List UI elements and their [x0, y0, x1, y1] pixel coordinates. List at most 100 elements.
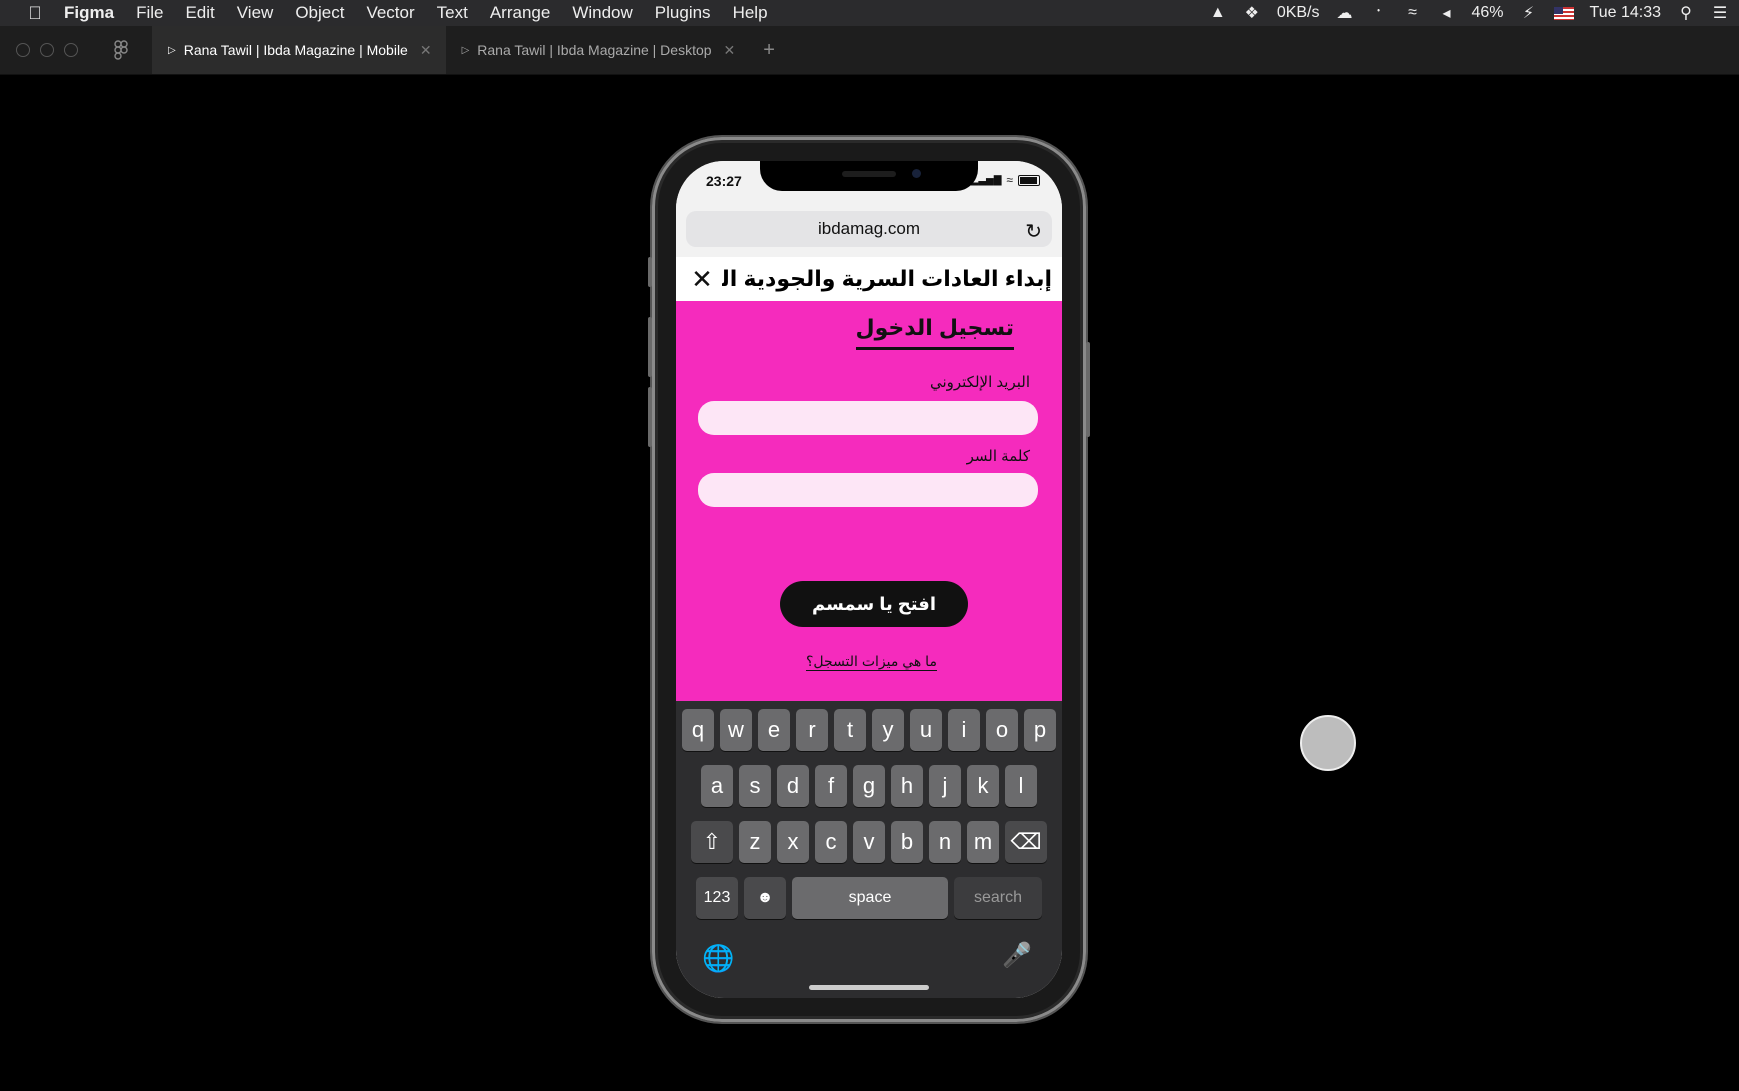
key-y[interactable]: y: [872, 709, 904, 751]
emoji-key-icon[interactable]: ☻: [744, 877, 786, 919]
menu-arrange[interactable]: Arrange: [490, 3, 550, 23]
close-tab-icon[interactable]: ✕: [420, 42, 432, 59]
key-i[interactable]: i: [948, 709, 980, 751]
space-key[interactable]: space: [792, 877, 948, 919]
menu-window[interactable]: Window: [572, 3, 632, 23]
wifi-icon[interactable]: ≈: [1404, 3, 1422, 23]
notch: [760, 161, 978, 191]
ios-time: 23:27: [706, 173, 742, 189]
key-e[interactable]: e: [758, 709, 790, 751]
menu-vector[interactable]: Vector: [366, 3, 414, 23]
volume-icon[interactable]: ◂: [1438, 3, 1456, 23]
reload-icon[interactable]: ↻: [1025, 219, 1042, 244]
key-o[interactable]: o: [986, 709, 1018, 751]
menu-text[interactable]: Text: [437, 3, 468, 23]
tab-label: Rana Tawil | Ibda Magazine | Desktop: [477, 42, 712, 58]
menu-help[interactable]: Help: [733, 3, 768, 23]
menu-edit[interactable]: Edit: [185, 3, 214, 23]
key-q[interactable]: q: [682, 709, 714, 751]
key-c[interactable]: c: [815, 821, 847, 863]
key-s[interactable]: s: [739, 765, 771, 807]
battery-charging-icon[interactable]: ⚡: [1520, 3, 1538, 23]
key-v[interactable]: v: [853, 821, 885, 863]
shift-key-icon[interactable]: ⇧: [691, 821, 733, 863]
address-bar[interactable]: ibdamag.com ↻: [686, 211, 1052, 247]
key-j[interactable]: j: [929, 765, 961, 807]
new-tab-button[interactable]: +: [763, 39, 775, 62]
keyboard-row-2: a s d f g h j k l: [676, 765, 1062, 807]
key-g[interactable]: g: [853, 765, 885, 807]
ios-keyboard: q w e r t y u i o p a s d f g h j k l ⇧ …: [676, 701, 1062, 998]
close-window-button[interactable]: [16, 43, 30, 57]
site-header: ✕ إبداء العادات السرية والجودية الخفية: [676, 257, 1062, 302]
menu-file[interactable]: File: [136, 3, 163, 23]
tab-label: Rana Tawil | Ibda Magazine | Mobile: [183, 42, 408, 58]
key-d[interactable]: d: [777, 765, 809, 807]
microphone-icon[interactable]: 🎤: [1002, 941, 1032, 970]
key-u[interactable]: u: [910, 709, 942, 751]
keyboard-row-4: 123 ☻ space search: [676, 877, 1062, 919]
status-area: ▲ ❖ 0KB/s ☁ ᛫ ≈ ◂ 46% ⚡ Tue 14:33 ⚲ ☰: [1209, 0, 1729, 26]
battery-icon: [1018, 174, 1040, 186]
power-button: [1086, 342, 1090, 437]
wifi-icon: ≈: [1006, 173, 1013, 187]
apple-menu-icon[interactable]: : [24, 3, 46, 24]
close-tab-icon[interactable]: ✕: [724, 42, 736, 59]
key-r[interactable]: r: [796, 709, 828, 751]
key-n[interactable]: n: [929, 821, 961, 863]
window-controls: [16, 43, 78, 57]
search-key[interactable]: search: [954, 877, 1042, 919]
us-flag-icon[interactable]: [1553, 6, 1574, 20]
minimize-window-button[interactable]: [40, 43, 54, 57]
url-text: ibdamag.com: [817, 219, 921, 238]
drive-icon[interactable]: ☁: [1336, 3, 1354, 23]
menu-plugins[interactable]: Plugins: [655, 3, 711, 23]
key-h[interactable]: h: [891, 765, 923, 807]
menu-figma[interactable]: Figma: [64, 3, 114, 23]
key-l[interactable]: l: [1005, 765, 1037, 807]
password-field[interactable]: [698, 473, 1038, 507]
key-a[interactable]: a: [701, 765, 733, 807]
key-t[interactable]: t: [834, 709, 866, 751]
key-w[interactable]: w: [720, 709, 752, 751]
tab-desktop-prototype[interactable]: ▷ Rana Tawil | Ibda Magazine | Desktop ✕: [446, 26, 750, 74]
iphone-frame: 23:27 ▂▃▅▇ ≈ ibdamag.com ↻ ✕ إبداء العاد…: [648, 137, 1090, 1022]
battery-percent[interactable]: 46%: [1472, 3, 1504, 23]
numbers-key[interactable]: 123: [696, 877, 738, 919]
zoom-window-button[interactable]: [64, 43, 78, 57]
dropbox-icon[interactable]: ❖: [1243, 3, 1261, 23]
vlc-icon[interactable]: ▲: [1209, 3, 1227, 23]
notification-center-icon[interactable]: ☰: [1711, 3, 1729, 23]
play-icon: ▷: [168, 44, 176, 56]
backspace-key-icon[interactable]: ⌫: [1005, 821, 1047, 863]
key-b[interactable]: b: [891, 821, 923, 863]
close-icon[interactable]: ✕: [682, 264, 722, 295]
menu-object[interactable]: Object: [295, 3, 344, 23]
menu-view[interactable]: View: [237, 3, 274, 23]
home-indicator[interactable]: [809, 985, 929, 990]
key-f[interactable]: f: [815, 765, 847, 807]
site-logo[interactable]: إبداء العادات السرية والجودية الخفية: [722, 266, 1062, 292]
play-icon: ▷: [461, 44, 470, 56]
spotlight-search-icon[interactable]: ⚲: [1677, 3, 1695, 23]
clock[interactable]: Tue 14:33: [1590, 3, 1661, 23]
globe-icon[interactable]: 🌐: [702, 943, 734, 974]
figma-logo-icon[interactable]: [112, 40, 130, 60]
tab-mobile-prototype[interactable]: ▷ Rana Tawil | Ibda Magazine | Mobile ✕: [152, 26, 446, 74]
password-label: كلمة السر: [966, 448, 1030, 465]
login-title: تسجيل الدخول: [855, 315, 1014, 350]
keyboard-bottom-bar: 🌐 🎤: [676, 933, 1062, 983]
volume-up-button: [648, 317, 652, 377]
network-speed[interactable]: 0KB/s: [1277, 3, 1320, 23]
registration-benefits-link[interactable]: ما هي ميزات التسجل؟: [806, 653, 937, 671]
key-x[interactable]: x: [777, 821, 809, 863]
menu-bar:  Figma File Edit View Object Vector Tex…: [0, 0, 1739, 26]
key-m[interactable]: m: [967, 821, 999, 863]
key-k[interactable]: k: [967, 765, 999, 807]
bluetooth-icon[interactable]: ᛫: [1370, 3, 1388, 23]
login-submit-button[interactable]: افتح يا سمسم: [780, 581, 968, 627]
key-p[interactable]: p: [1024, 709, 1056, 751]
mute-switch: [648, 257, 652, 287]
key-z[interactable]: z: [739, 821, 771, 863]
email-field[interactable]: [698, 401, 1038, 435]
